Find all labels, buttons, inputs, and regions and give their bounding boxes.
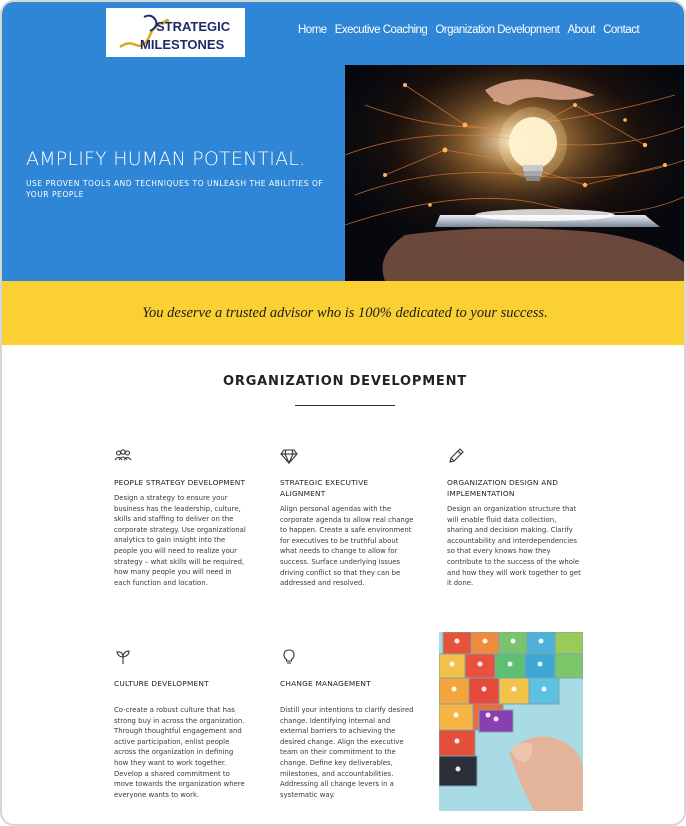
diamond-icon <box>280 449 298 465</box>
tagline-banner: You deserve a trusted advisor who is 100… <box>2 281 684 345</box>
service-card-people-strategy: PEOPLE STRATEGY DEVELOPMENT Design a str… <box>114 448 249 588</box>
service-card-org-design: ORGANIZATION DESIGN AND IMPLEMENTATION D… <box>447 448 582 589</box>
card-title: ORGANIZATION DESIGN AND IMPLEMENTATION <box>447 478 559 498</box>
section-title: ORGANIZATION DEVELOPMENT <box>223 374 467 389</box>
nav-contact[interactable]: Contact <box>603 24 640 36</box>
card-title: CHANGE MANAGEMENT <box>280 679 371 688</box>
service-card-change-management: CHANGE MANAGEMENT Distill your intention… <box>280 649 415 800</box>
card-title: PEOPLE STRATEGY DEVELOPMENT <box>114 478 246 487</box>
svg-text:STRATEGIC: STRATEGIC <box>156 19 231 34</box>
card-body: Design an organization structure that wi… <box>447 505 581 588</box>
sprout-icon <box>116 650 130 664</box>
site-logo[interactable]: STRATEGIC MILESTONES <box>106 8 245 57</box>
main-nav: Home Executive Coaching Organization Dev… <box>298 24 640 36</box>
service-card-executive-alignment: STRATEGIC EXECUTIVE ALIGNMENT Align pers… <box>280 448 415 589</box>
section-divider <box>295 405 395 406</box>
nav-organization-development[interactable]: Organization Development <box>435 24 560 36</box>
nav-home[interactable]: Home <box>298 24 327 36</box>
page-frame: STRATEGIC MILESTONES Home Executive Coac… <box>0 0 686 826</box>
hero-title: AMPLIFY HUMAN POTENTIAL. <box>26 148 306 170</box>
service-card-culture: CULTURE DEVELOPMENT Co-create a robust c… <box>114 649 249 800</box>
pencil-icon <box>449 448 464 463</box>
lightbulb-icon <box>283 649 295 664</box>
nav-executive-coaching[interactable]: Executive Coaching <box>335 24 428 36</box>
card-body: Co-create a robust culture that has stro… <box>114 706 245 799</box>
hero-section: STRATEGIC MILESTONES Home Executive Coac… <box>2 2 684 281</box>
card-body: Design a strategy to ensure your busines… <box>114 494 246 587</box>
card-title: CULTURE DEVELOPMENT <box>114 679 209 688</box>
card-body: Distill your intentions to clarify desir… <box>280 706 414 799</box>
hero-image <box>345 65 684 281</box>
nav-about[interactable]: About <box>568 24 596 36</box>
logo-mark: STRATEGIC MILESTONES <box>118 14 231 52</box>
card-body: Align personal agendas with the corporat… <box>280 505 414 588</box>
card-title: STRATEGIC EXECUTIVE ALIGNMENT <box>280 478 369 498</box>
people-group-icon <box>114 449 132 461</box>
tagline-text: You deserve a trusted advisor who is 100… <box>142 304 548 321</box>
puzzle-image <box>439 632 583 811</box>
svg-text:MILESTONES: MILESTONES <box>140 37 225 52</box>
hero-subtitle: USE PROVEN TOOLS AND TECHNIQUES TO UNLEA… <box>26 179 324 199</box>
